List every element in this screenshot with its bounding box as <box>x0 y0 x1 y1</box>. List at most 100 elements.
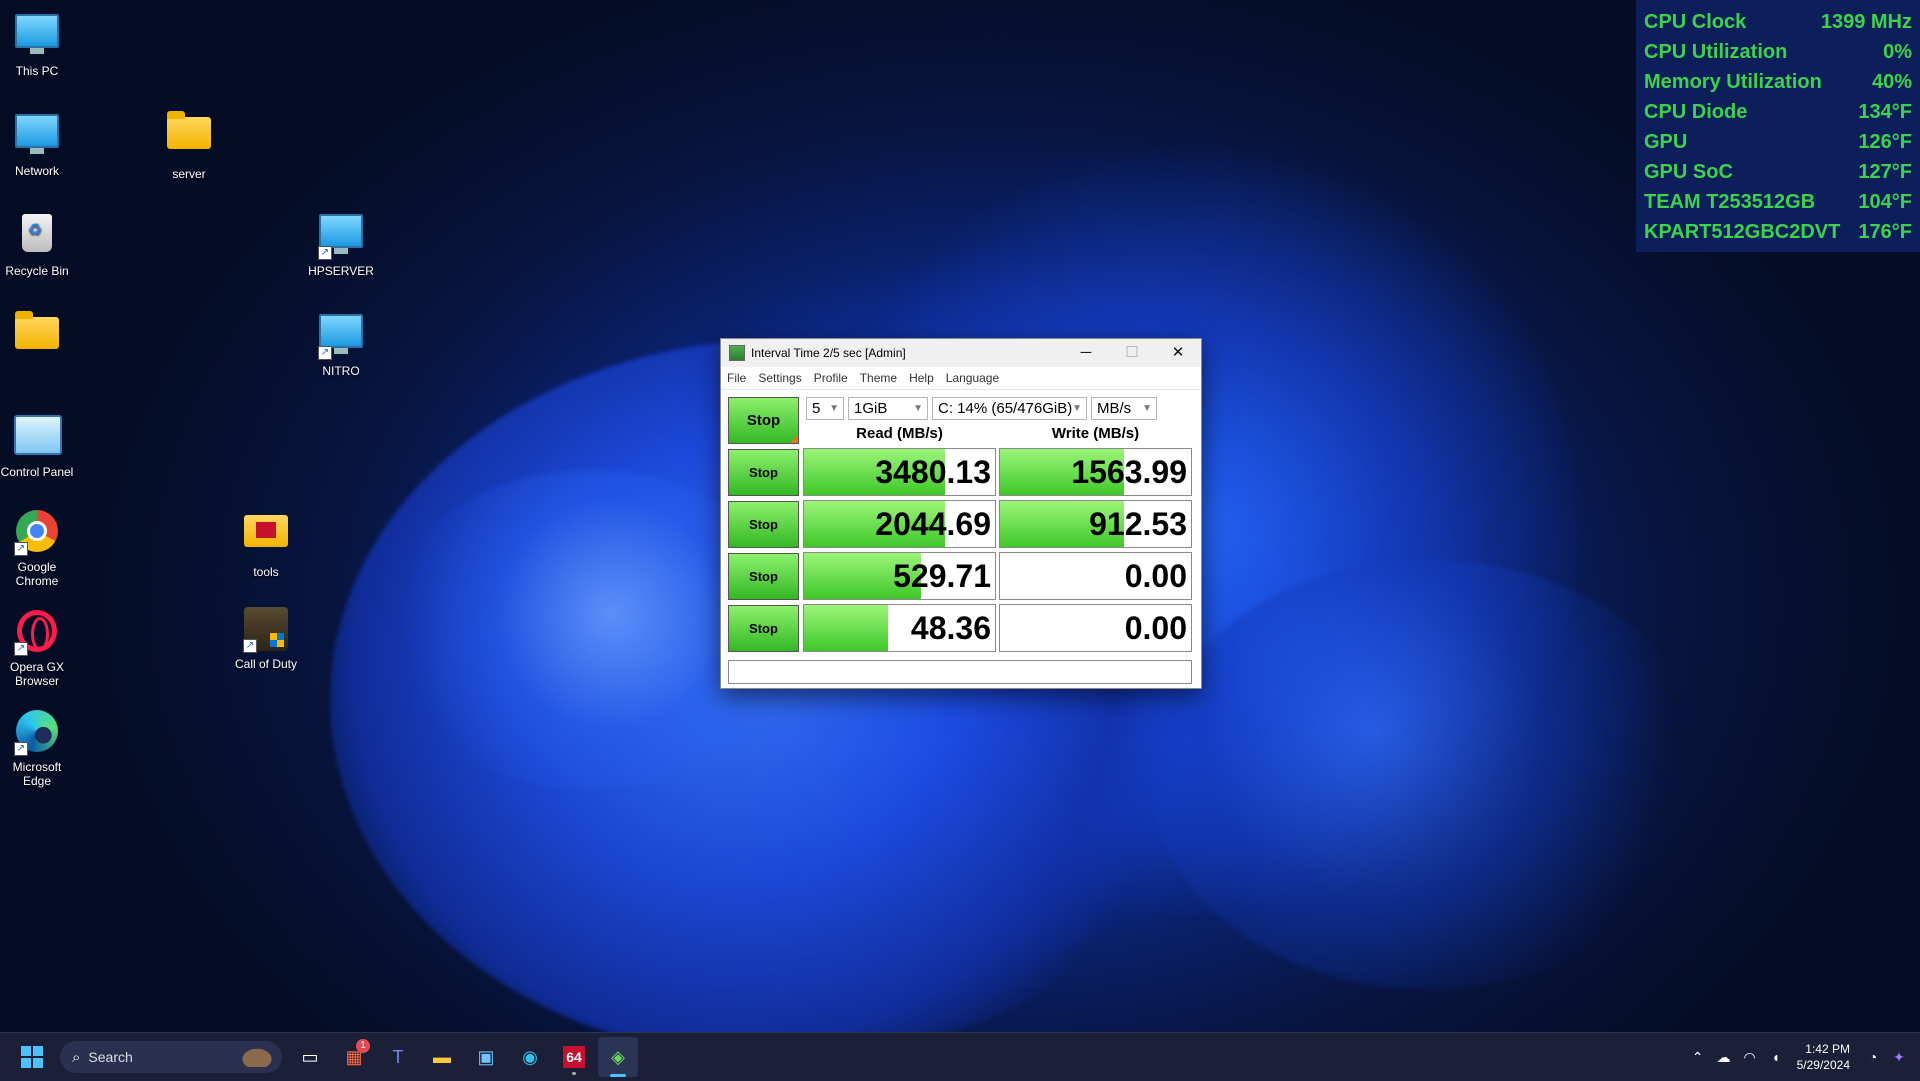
sensor-label: GPU <box>1644 131 1688 153</box>
test-size-select[interactable]: 1GiB ▼ <box>848 397 928 420</box>
clock[interactable]: 1:42 PM 5/29/2024 <box>1797 1041 1850 1073</box>
chevron-down-icon: ▼ <box>1072 403 1082 414</box>
taskbar-app-badged[interactable]: ▦ 1 <box>334 1037 374 1077</box>
desktop-icon-hpserver[interactable]: ↗ HPSERVER <box>301 210 381 278</box>
notification-bell-icon[interactable]: ◔ <box>1860 1049 1886 1065</box>
shortcut-arrow-icon: ↗ <box>318 346 332 360</box>
shortcut-arrow-icon: ↗ <box>14 642 28 656</box>
store-icon: ▣ <box>477 1046 495 1067</box>
sensor-row: GPU 126°F <box>1636 127 1920 157</box>
network-icon <box>15 114 59 154</box>
close-button[interactable]: ✕ <box>1155 339 1201 367</box>
sensor-label: KPART512GBC2DVT <box>1644 221 1841 243</box>
cloud-icon[interactable]: ☁ <box>1711 1049 1737 1066</box>
desktop-icon-label: HPSERVER <box>308 264 374 278</box>
desktop-icon-folder[interactable] <box>0 310 77 367</box>
write-result-3: 0.00 <box>999 552 1192 600</box>
read-value: 2044.69 <box>875 506 991 542</box>
desktop-icon-label: Network <box>14 164 59 178</box>
shortcut-arrow-icon: ↗ <box>14 742 28 756</box>
desktop-icon-label: Control Panel <box>0 465 74 479</box>
edge-icon: ◉ <box>522 1046 538 1067</box>
sensor-value: 127°F <box>1858 161 1912 183</box>
chevron-up-icon[interactable]: ⌃ <box>1685 1049 1711 1066</box>
sensor-row: CPU Utilization 0% <box>1636 37 1920 67</box>
write-result-2: 912.53 <box>999 500 1192 548</box>
sensor-row: CPU Clock 1399 MHz <box>1636 7 1920 37</box>
taskbar-edge[interactable]: ◉ <box>510 1037 550 1077</box>
test-1-stop-button[interactable]: Stop <box>728 449 799 496</box>
desktop-icon-label: server <box>172 167 206 181</box>
notification-badge: 1 <box>356 1039 370 1053</box>
taskbar-microsoft-store[interactable]: ▣ <box>466 1037 506 1077</box>
minimize-button[interactable]: ─ <box>1063 339 1109 367</box>
taskbar-search[interactable]: ⌕ Search <box>60 1041 282 1073</box>
unit-select[interactable]: MB/s ▼ <box>1091 397 1157 420</box>
read-result-2: 2044.69 <box>803 500 996 548</box>
desktop-icon-this-pc[interactable]: This PC <box>0 10 77 78</box>
desktop-icon-microsoft-edge[interactable]: ↗ Microsoft Edge <box>0 708 77 788</box>
sensor-value: 126°F <box>1858 131 1912 153</box>
taskbar-crystaldiskmark[interactable]: ◈ <box>598 1037 638 1077</box>
test-3-stop-button[interactable]: Stop <box>728 553 799 600</box>
taskbar-file-explorer[interactable]: ▬ <box>422 1037 462 1077</box>
folder-icon <box>15 311 59 349</box>
monitor-icon <box>319 314 363 354</box>
folder-icon: ▬ <box>433 1046 451 1067</box>
sensor-row: CPU Diode 134°F <box>1636 97 1920 127</box>
desktop-icon-network[interactable]: Network <box>0 110 77 178</box>
desktop-icon-google-chrome[interactable]: ↗ Google Chrome <box>0 508 77 588</box>
menu-help[interactable]: Help <box>903 371 940 385</box>
shortcut-arrow-icon: ↗ <box>243 639 257 653</box>
sensor-label: CPU Clock <box>1644 11 1747 33</box>
test-4-stop-button[interactable]: Stop <box>728 605 799 652</box>
search-highlight-icon <box>240 1047 274 1067</box>
maximize-button: ☐ <box>1125 344 1139 361</box>
volume-icon[interactable]: ◖ <box>1763 1049 1789 1065</box>
desktop-icon-nitro[interactable]: ↗ NITRO <box>301 310 381 378</box>
taskbar-task-view[interactable]: ▭ <box>290 1037 330 1077</box>
menu-theme[interactable]: Theme <box>854 371 903 385</box>
start-button[interactable] <box>12 1037 52 1077</box>
taskbar-aida64[interactable]: 64 <box>554 1037 594 1077</box>
drive-select[interactable]: C: 14% (65/476GiB) ▼ <box>932 397 1087 420</box>
desktop-icon-opera-gx[interactable]: ↗ Opera GX Browser <box>0 608 77 688</box>
test-count-select[interactable]: 5 ▼ <box>806 397 844 420</box>
read-value: 3480.13 <box>875 454 991 490</box>
chevron-down-icon: ▼ <box>913 403 923 414</box>
copilot-icon[interactable]: ✦ <box>1886 1049 1912 1066</box>
search-icon: ⌕ <box>72 1048 81 1066</box>
app-icon <box>729 345 745 361</box>
write-value: 0.00 <box>1124 558 1187 594</box>
sensor-row: GPU SoC 127°F <box>1636 157 1920 187</box>
taskbar-teams[interactable]: T <box>378 1037 418 1077</box>
desktop-icon-recycle-bin[interactable]: Recycle Bin <box>0 210 77 278</box>
sensor-label: CPU Utilization <box>1644 41 1788 63</box>
test-2-stop-button[interactable]: Stop <box>728 501 799 548</box>
read-column-header: Read (MB/s) <box>856 425 943 442</box>
desktop-icon-label: Google Chrome <box>15 560 59 588</box>
menu-file[interactable]: File <box>721 371 752 385</box>
wifi-icon[interactable]: ◠ <box>1737 1049 1763 1066</box>
read-result-3: 529.71 <box>803 552 996 600</box>
test-count-value: 5 <box>812 400 821 417</box>
shortcut-arrow-icon: ↗ <box>318 246 332 260</box>
system-tray: ⌃ ☁ ◠ ◖ 1:42 PM 5/29/2024 ◔ ✦ <box>1685 1033 1920 1081</box>
desktop-icon-call-of-duty[interactable]: ↗ Call of Duty <box>226 606 306 671</box>
stop-all-button[interactable]: Stop <box>728 397 799 444</box>
menu-language[interactable]: Language <box>940 371 1005 385</box>
sensor-value: 0% <box>1883 41 1912 63</box>
write-value: 1563.99 <box>1071 454 1187 490</box>
folder-icon <box>167 111 211 149</box>
desktop-icon-control-panel[interactable]: Control Panel <box>0 410 77 479</box>
desktop-icon-server[interactable]: server <box>149 110 229 181</box>
comment-input[interactable] <box>728 660 1192 684</box>
sensor-value: 134°F <box>1858 101 1912 123</box>
menu-settings[interactable]: Settings <box>752 371 807 385</box>
write-result-4: 0.00 <box>999 604 1192 652</box>
read-value: 48.36 <box>910 610 991 646</box>
desktop-icon-tools[interactable]: tools <box>226 508 306 579</box>
menu-profile[interactable]: Profile <box>808 371 854 385</box>
desktop-icon-label: Recycle Bin <box>5 264 69 278</box>
title-bar[interactable]: Interval Time 2/5 sec [Admin] ─ ☐ ✕ <box>721 339 1201 367</box>
